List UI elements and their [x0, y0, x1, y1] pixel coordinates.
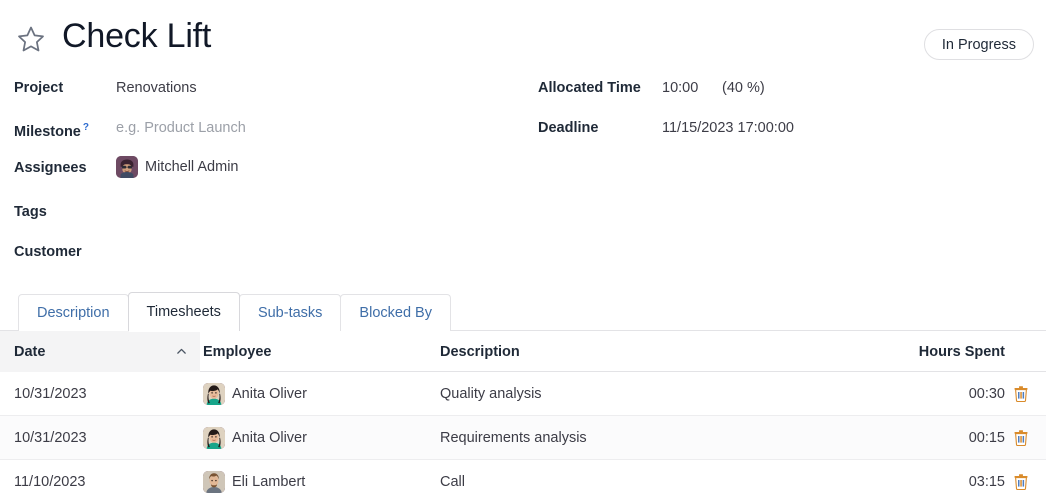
page-title: Check Lift: [62, 14, 211, 58]
milestone-label: Milestone?: [14, 118, 89, 142]
table-row[interactable]: 10/31/2023 Anita Oliver: [0, 372, 1046, 416]
field-grid: Project Renovations Milestone? e.g. Prod…: [0, 72, 1046, 272]
assignee-chip[interactable]: Mitchell Admin: [116, 156, 238, 178]
cell-hours-spent[interactable]: 00:15: [0, 416, 1005, 460]
table-header-row: Date Employee Description Hours Spent: [0, 331, 1046, 372]
table-row[interactable]: 11/10/2023 Eli Lambert Call 03:15: [0, 460, 1046, 503]
allocated-time-percent: (40 %): [722, 78, 765, 98]
tab-strip: Description Timesheets Sub-tasks Blocked…: [18, 292, 450, 331]
table-row[interactable]: 10/31/2023 Anita Oliver: [0, 416, 1046, 460]
trash-icon[interactable]: [1014, 416, 1028, 460]
assignee-name: Mitchell Admin: [145, 159, 238, 175]
tab-timesheets[interactable]: Timesheets: [128, 292, 240, 331]
milestone-input[interactable]: e.g. Product Launch: [116, 118, 246, 138]
tab-sub-tasks[interactable]: Sub-tasks: [239, 294, 341, 331]
project-label: Project: [14, 78, 63, 98]
tab-description[interactable]: Description: [18, 294, 129, 331]
avatar: [116, 156, 138, 178]
allocated-time-label: Allocated Time: [538, 78, 641, 98]
help-icon[interactable]: ?: [83, 122, 89, 133]
tab-bar: Description Timesheets Sub-tasks Blocked…: [0, 292, 1046, 331]
tab-blocked-by[interactable]: Blocked By: [340, 294, 451, 331]
trash-icon[interactable]: [1014, 460, 1028, 503]
task-form-page: Check Lift In Progress Project Renovatio…: [0, 0, 1046, 503]
milestone-label-text: Milestone: [14, 124, 81, 140]
star-outline-icon[interactable]: [14, 22, 48, 56]
column-header-hours-spent[interactable]: Hours Spent: [0, 331, 1005, 372]
form-header: Check Lift In Progress: [0, 0, 1046, 70]
tags-label: Tags: [14, 202, 47, 222]
timesheets-table: Date Employee Description Hours Spent 10…: [0, 331, 1046, 503]
allocated-time-value[interactable]: 10:00: [662, 78, 698, 98]
cell-hours-spent[interactable]: 03:15: [0, 460, 1005, 503]
project-value[interactable]: Renovations: [116, 78, 197, 98]
customer-label: Customer: [14, 242, 82, 262]
cell-hours-spent[interactable]: 00:30: [0, 372, 1005, 416]
trash-icon[interactable]: [1014, 372, 1028, 416]
status-badge[interactable]: In Progress: [924, 29, 1034, 60]
deadline-value[interactable]: 11/15/2023 17:00:00: [662, 118, 794, 138]
assignees-label: Assignees: [14, 158, 87, 178]
deadline-label: Deadline: [538, 118, 598, 138]
